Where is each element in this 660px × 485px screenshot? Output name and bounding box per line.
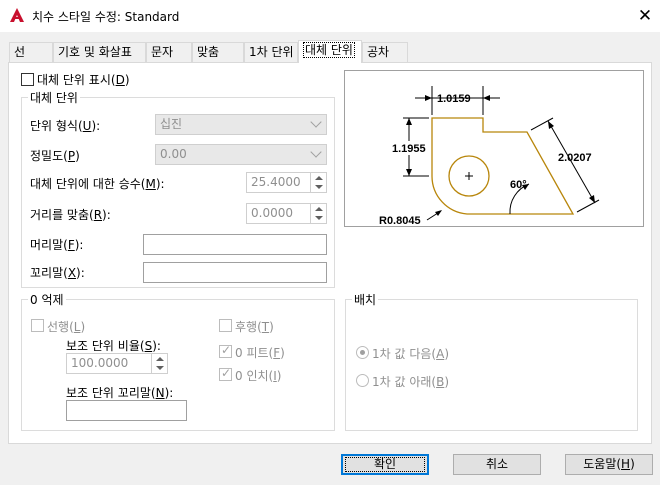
zero-inches-label: 0 인치(I) [235, 369, 282, 383]
chevron-down-icon [310, 116, 322, 128]
spin-up-icon [315, 176, 323, 180]
spin-up-icon [156, 357, 164, 361]
round-distance-label: 거리를 맞춤(R): [30, 208, 111, 222]
round-distance-spinner[interactable]: 0.0000 [246, 203, 327, 224]
ok-button[interactable]: 확인 [341, 454, 429, 475]
trailing-label: 후행(T) [235, 320, 274, 334]
window-title: 치수 스타일 수정: Standard [32, 10, 180, 24]
spinner-buttons[interactable] [310, 173, 326, 192]
tab-tolerances[interactable]: 공차 [362, 42, 408, 62]
sub-factor-label: 보조 단위 비율(S): [66, 339, 161, 353]
sub-factor-spinner[interactable]: 100.0000 [66, 353, 168, 374]
unit-format-label: 단위 형식(U): [30, 119, 101, 133]
sub-suffix-input[interactable] [66, 400, 187, 421]
placement-below-label: 1차 값 아래(B) [372, 375, 450, 389]
multiplier-spinner[interactable]: 25.4000 [246, 172, 327, 193]
alt-units-group-title: 대체 단위 [28, 89, 80, 106]
autocad-app-icon [9, 7, 25, 23]
placement-group [345, 299, 638, 431]
prefix-input[interactable] [143, 234, 327, 255]
display-alt-units-label: 대체 단위 표시(D) [37, 73, 130, 87]
placement-group-title: 배치 [352, 291, 379, 308]
spin-up-icon [315, 207, 323, 211]
tab-fit[interactable]: 맞춤 [192, 42, 244, 62]
dim-left-text: 1.1955 [392, 143, 426, 155]
spinner-buttons[interactable] [151, 354, 167, 373]
close-icon[interactable]: ✕ [634, 5, 656, 27]
display-alt-units-checkbox[interactable] [21, 73, 34, 86]
tab-alternate-units[interactable]: 대체 단위 [298, 40, 362, 63]
help-button[interactable]: 도움말(H) [565, 454, 653, 475]
precision-select[interactable]: 0.00 [155, 144, 327, 165]
spin-down-icon [315, 216, 323, 220]
spin-down-icon [156, 366, 164, 370]
chevron-down-icon [310, 146, 322, 158]
leading-label: 선행(L) [47, 320, 86, 334]
placement-below-radio[interactable] [356, 374, 369, 387]
tab-symbols-arrows[interactable]: 기호 및 화살표 [53, 42, 146, 62]
suffix-input[interactable] [143, 262, 327, 283]
preview-pane: 1.0159 1.1955 2.0207 60° R0.8045 [344, 70, 644, 227]
sub-suffix-label: 보조 단위 꼬리말(N): [66, 386, 174, 400]
tab-lines[interactable]: 선 [9, 42, 53, 62]
preview-outline [431, 117, 575, 215]
angle-text: 60° [510, 179, 527, 191]
preview-drawing: 1.0159 1.1955 2.0207 60° R0.8045 [379, 86, 600, 227]
prefix-label: 머리말(F): [30, 238, 84, 252]
zero-inches-checkbox[interactable] [219, 366, 232, 381]
tab-text[interactable]: 문자 [146, 42, 192, 62]
zero-feet-checkbox[interactable] [219, 343, 232, 358]
radius-text: R0.8045 [379, 215, 421, 226]
zero-feet-label: 0 피트(F) [235, 346, 285, 360]
spinner-buttons[interactable] [310, 204, 326, 223]
suffix-label: 꼬리말(X): [30, 266, 85, 280]
precision-label: 정밀도(P) [30, 149, 80, 163]
leading-checkbox[interactable] [31, 319, 44, 332]
unit-format-select[interactable]: 십진 [155, 114, 327, 135]
dim-top-text: 1.0159 [437, 93, 471, 105]
cancel-button[interactable]: 취소 [453, 454, 541, 475]
spin-down-icon [315, 185, 323, 189]
placement-after-label: 1차 값 다음(A) [372, 347, 450, 361]
placement-after-radio[interactable] [356, 346, 369, 359]
dim-diag-text: 2.0207 [558, 152, 592, 164]
multiplier-label: 대체 단위에 대한 승수(M): [30, 177, 165, 191]
tab-primary-units[interactable]: 1차 단위 [244, 42, 298, 62]
zero-suppression-group-title: 0 억제 [28, 291, 66, 308]
trailing-checkbox[interactable] [219, 319, 232, 332]
